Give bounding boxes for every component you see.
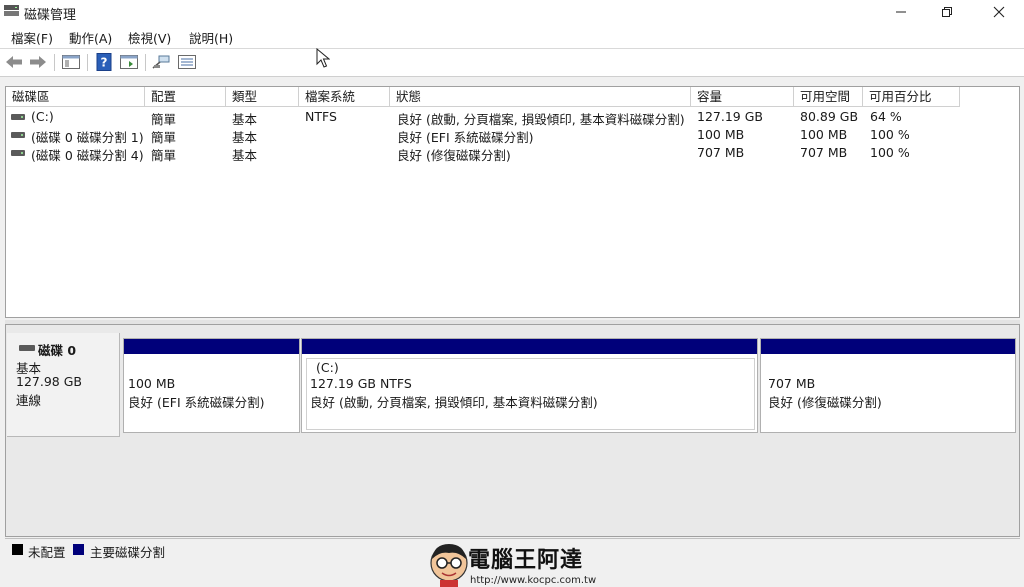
list-view-icon [178, 55, 196, 69]
column-header-free-space[interactable]: 可用空間 [794, 87, 863, 107]
mascot-logo-icon [430, 544, 468, 587]
partition-color-band [302, 339, 757, 354]
close-button[interactable] [976, 0, 1022, 24]
volume-icon [11, 150, 25, 156]
disk-size: 127.98 GB [16, 374, 82, 389]
window-title: 磁碟管理 [24, 8, 77, 23]
volume-list[interactable]: 磁碟區 配置 類型 檔案系統 狀態 容量 可用空間 可用百分比 (C:) 簡單 … [5, 86, 1020, 318]
column-header-capacity[interactable]: 容量 [691, 87, 794, 107]
partition-color-band [124, 339, 299, 354]
volume-icon [11, 132, 25, 138]
disk-name: 磁碟 0 [38, 343, 77, 358]
show-hide-tree-button[interactable] [61, 53, 81, 71]
properties-icon [120, 55, 138, 69]
partition-color-band [761, 339, 1015, 354]
column-header-file-system[interactable]: 檔案系統 [299, 87, 390, 107]
menu-action[interactable]: 動作(A) [69, 28, 112, 47]
table-row[interactable]: (磁碟 0 磁碟分割 1) 簡單 基本 良好 (EFI 系統磁碟分割) 100 … [6, 126, 1019, 145]
minimize-icon [896, 11, 906, 13]
show-hide-tree-icon [62, 55, 80, 69]
disk-management-app-icon [4, 5, 19, 16]
forward-arrow-icon [30, 56, 46, 68]
properties-button[interactable] [119, 53, 139, 71]
restore-icon [942, 7, 952, 17]
restore-button[interactable] [924, 0, 970, 24]
table-row[interactable]: (磁碟 0 磁碟分割 4) 簡單 基本 良好 (修復磁碟分割) 707 MB 7… [6, 144, 1019, 163]
column-header-percent-free[interactable]: 可用百分比 [863, 87, 960, 107]
column-header-layout[interactable]: 配置 [145, 87, 226, 107]
list-view-button[interactable] [177, 53, 197, 71]
legend-label-primary: 主要磁碟分割 [90, 545, 166, 560]
close-icon [993, 6, 1005, 18]
back-arrow-icon [6, 56, 22, 68]
watermark: 電腦王阿達 http://www.kocpc.com.tw [428, 540, 608, 587]
column-header-type[interactable]: 類型 [226, 87, 299, 107]
legend-label-unallocated: 未配置 [28, 545, 66, 560]
forward-button[interactable] [28, 53, 48, 71]
back-button[interactable] [4, 53, 24, 71]
mouse-pointer-icon [316, 48, 330, 68]
watermark-url: http://www.kocpc.com.tw [470, 575, 597, 586]
disk-0-label[interactable]: 磁碟 0 基本 127.98 GB 連線 [7, 333, 120, 437]
minimize-button[interactable] [878, 0, 924, 24]
connect-button[interactable] [151, 53, 171, 71]
toolbar: ? [0, 49, 1024, 77]
connect-icon [152, 55, 170, 69]
legend-swatch-unallocated [12, 544, 23, 555]
table-row[interactable]: (C:) 簡單 基本 NTFS 良好 (啟動, 分頁檔案, 損毀傾印, 基本資料… [6, 108, 1019, 127]
title-bar: 磁碟管理 [0, 0, 1024, 24]
watermark-title: 電腦王阿達 [468, 548, 584, 573]
volume-icon [11, 114, 25, 120]
menu-view[interactable]: 檢視(V) [128, 28, 171, 47]
help-button[interactable]: ? [94, 53, 114, 71]
partition-efi[interactable]: 100 MB 良好 (EFI 系統磁碟分割) [123, 338, 300, 433]
help-icon: ? [96, 53, 112, 71]
svg-text:?: ? [101, 56, 108, 70]
disk-icon [19, 345, 35, 351]
partition-recovery[interactable]: 707 MB 良好 (修復磁碟分割) [760, 338, 1016, 433]
column-header-status[interactable]: 狀態 [390, 87, 691, 107]
legend-swatch-primary [73, 544, 84, 555]
partition-c-drive[interactable]: (C:) 127.19 GB NTFS 良好 (啟動, 分頁檔案, 損毀傾印, … [301, 338, 758, 433]
menu-help[interactable]: 說明(H) [189, 28, 233, 47]
disk-status: 連線 [16, 393, 42, 408]
menu-bar: 檔案(F) 動作(A) 檢視(V) 說明(H) [0, 24, 1024, 49]
column-header-volume[interactable]: 磁碟區 [6, 87, 145, 107]
menu-file[interactable]: 檔案(F) [11, 28, 53, 47]
